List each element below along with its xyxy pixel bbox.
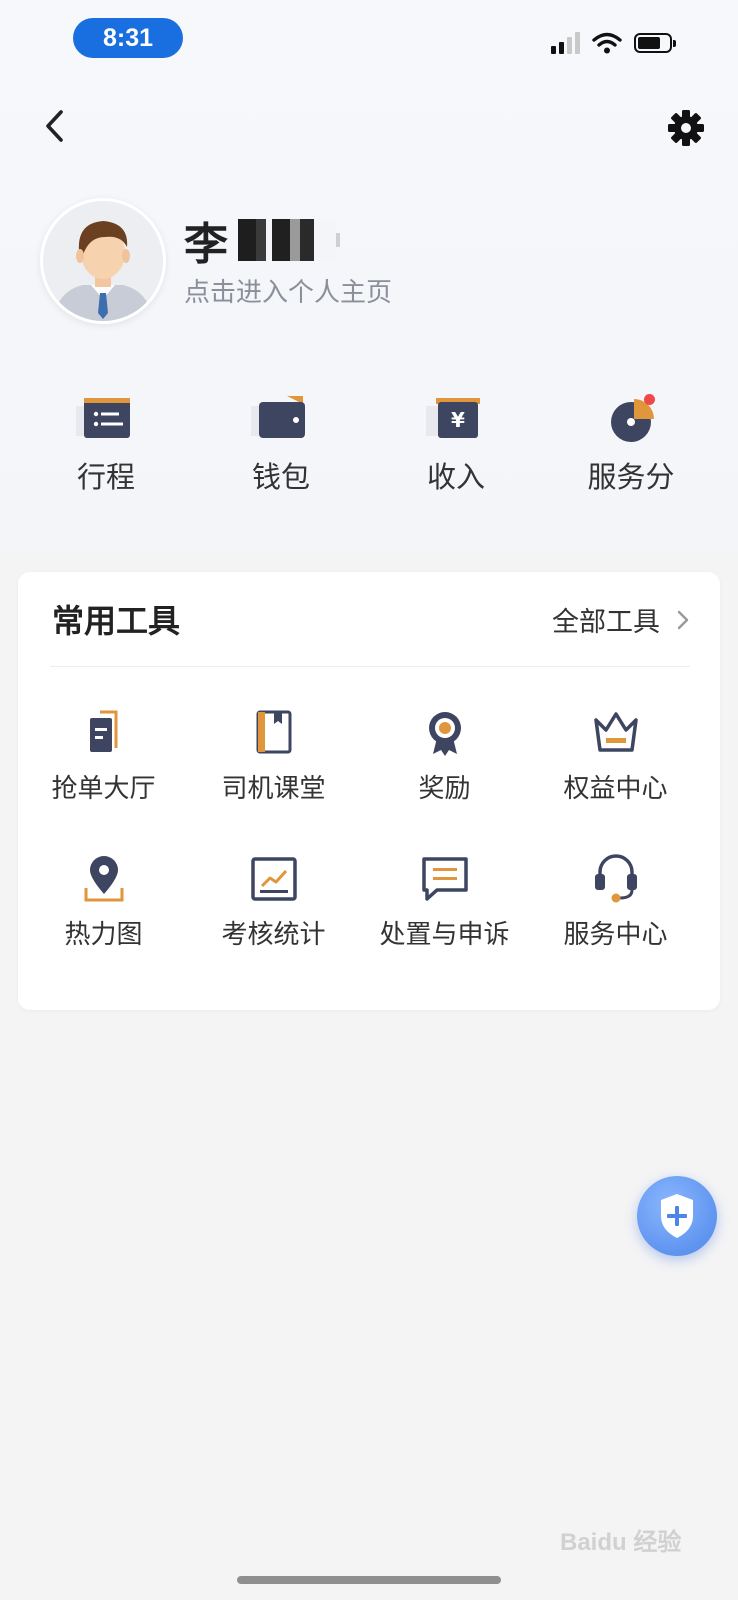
order-hall-icon [89, 710, 117, 752]
tool-assessment-stats[interactable]: 考核统计 [186, 854, 361, 951]
tool-label: 处置与申诉 [379, 919, 510, 949]
tool-label: 权益中心 [563, 773, 668, 803]
tool-order-hall[interactable]: 抢单大厅 [16, 708, 191, 805]
settings-button[interactable] [666, 108, 706, 148]
profile-link-text[interactable]: 点击进入个人主页 [184, 272, 392, 309]
status-time: 8:31 [73, 18, 183, 58]
itinerary-icon [76, 398, 130, 438]
driver-name[interactable]: 李 [184, 212, 340, 269]
tool-label: 服务中心 [563, 919, 668, 949]
wifi-icon [592, 32, 622, 54]
tool-reward[interactable]: 奖励 [357, 708, 532, 805]
avatar[interactable] [40, 198, 166, 324]
status-icons [551, 30, 676, 56]
headset-icon [594, 854, 637, 903]
baidu-watermark: Baidu 经验 [560, 1529, 682, 1556]
income-icon: ¥ [426, 398, 480, 438]
quick-item-label: 行程 [76, 462, 135, 494]
chevron-left-icon [46, 110, 63, 142]
tool-driver-class[interactable]: 司机课堂 [186, 708, 361, 805]
common-tools-card: 常用工具 全部工具 抢单大厅 司机课堂 奖励 权益中心 热力图 考核统计 处置与… [18, 572, 720, 1010]
wallet-icon [251, 396, 305, 438]
quick-item-label: 服务分 [587, 462, 675, 494]
crown-icon [593, 712, 638, 752]
notification-dot [644, 394, 655, 405]
all-tools-label: 全部工具 [552, 607, 660, 637]
card-title: 常用工具 [52, 603, 181, 639]
quick-item-wallet[interactable]: 钱包 [211, 392, 351, 496]
driver-class-icon [256, 710, 291, 754]
quick-item-service-score[interactable]: 服务分 [561, 392, 701, 496]
battery-icon [634, 33, 676, 53]
appeal-message-icon [421, 857, 468, 901]
tool-service-center[interactable]: 服务中心 [528, 854, 703, 951]
divider [50, 666, 690, 667]
chevron-right-icon [677, 610, 689, 629]
tool-label: 奖励 [418, 773, 471, 803]
tool-label: 抢单大厅 [51, 773, 156, 803]
shield-plus-icon [661, 1194, 693, 1238]
name-privacy-mosaic [238, 219, 340, 261]
quick-item-income[interactable]: ¥ 收入 [386, 392, 526, 496]
tool-benefits-center[interactable]: 权益中心 [528, 708, 703, 805]
stats-chart-icon [250, 857, 297, 901]
quick-entries: 行程 钱包 ¥ 收入 服务分 [0, 392, 738, 502]
quick-item-itinerary[interactable]: 行程 [36, 392, 176, 496]
svg-text:¥: ¥ [451, 408, 465, 432]
home-indicator[interactable] [237, 1576, 501, 1584]
tool-label: 热力图 [64, 919, 143, 949]
reward-medal-icon [428, 712, 461, 756]
all-tools-link[interactable]: 全部工具 [552, 600, 690, 639]
heatmap-pin-icon [84, 856, 123, 902]
tool-heatmap[interactable]: 热力图 [16, 854, 191, 951]
tool-label: 司机课堂 [221, 773, 326, 803]
tool-label: 考核统计 [221, 919, 326, 949]
tool-handling-appeal[interactable]: 处置与申诉 [357, 854, 532, 951]
quick-item-label: 钱包 [251, 462, 310, 494]
quick-item-label: 收入 [426, 462, 485, 494]
gear-icon [668, 110, 704, 146]
back-button[interactable] [36, 106, 76, 146]
safety-center-button[interactable] [637, 1176, 717, 1256]
cellular-signal-icon [551, 32, 580, 54]
driver-avatar-icon [53, 221, 153, 321]
driver-name-text: 李 [184, 220, 230, 269]
